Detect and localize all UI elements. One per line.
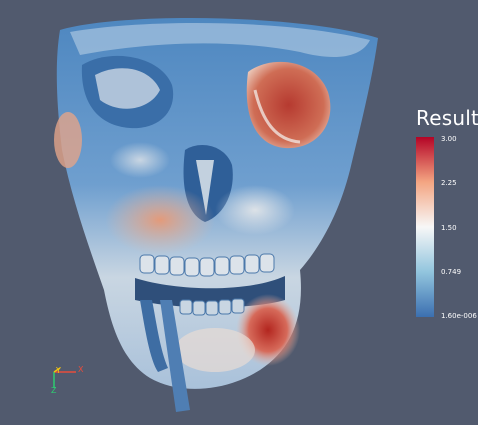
scalar-bar-tick-2: 2.25 — [441, 179, 457, 187]
axis-x-label: X — [78, 365, 84, 374]
axis-y-label: Y — [56, 366, 61, 375]
scalar-bar-tick-min: 1.60e-006 — [441, 312, 477, 320]
scalar-bar-tick-4: 0.749 — [441, 268, 462, 276]
render-viewport[interactable] — [0, 0, 478, 425]
scalar-bar[interactable] — [416, 137, 434, 317]
scalar-bar-tick-mid: 1.50 — [441, 224, 457, 232]
skull-model[interactable] — [54, 18, 378, 412]
scalar-bar-title: Result — [416, 106, 478, 130]
axis-z-label: Z — [51, 386, 57, 395]
scalar-bar-tick-max: 3.00 — [441, 135, 457, 143]
